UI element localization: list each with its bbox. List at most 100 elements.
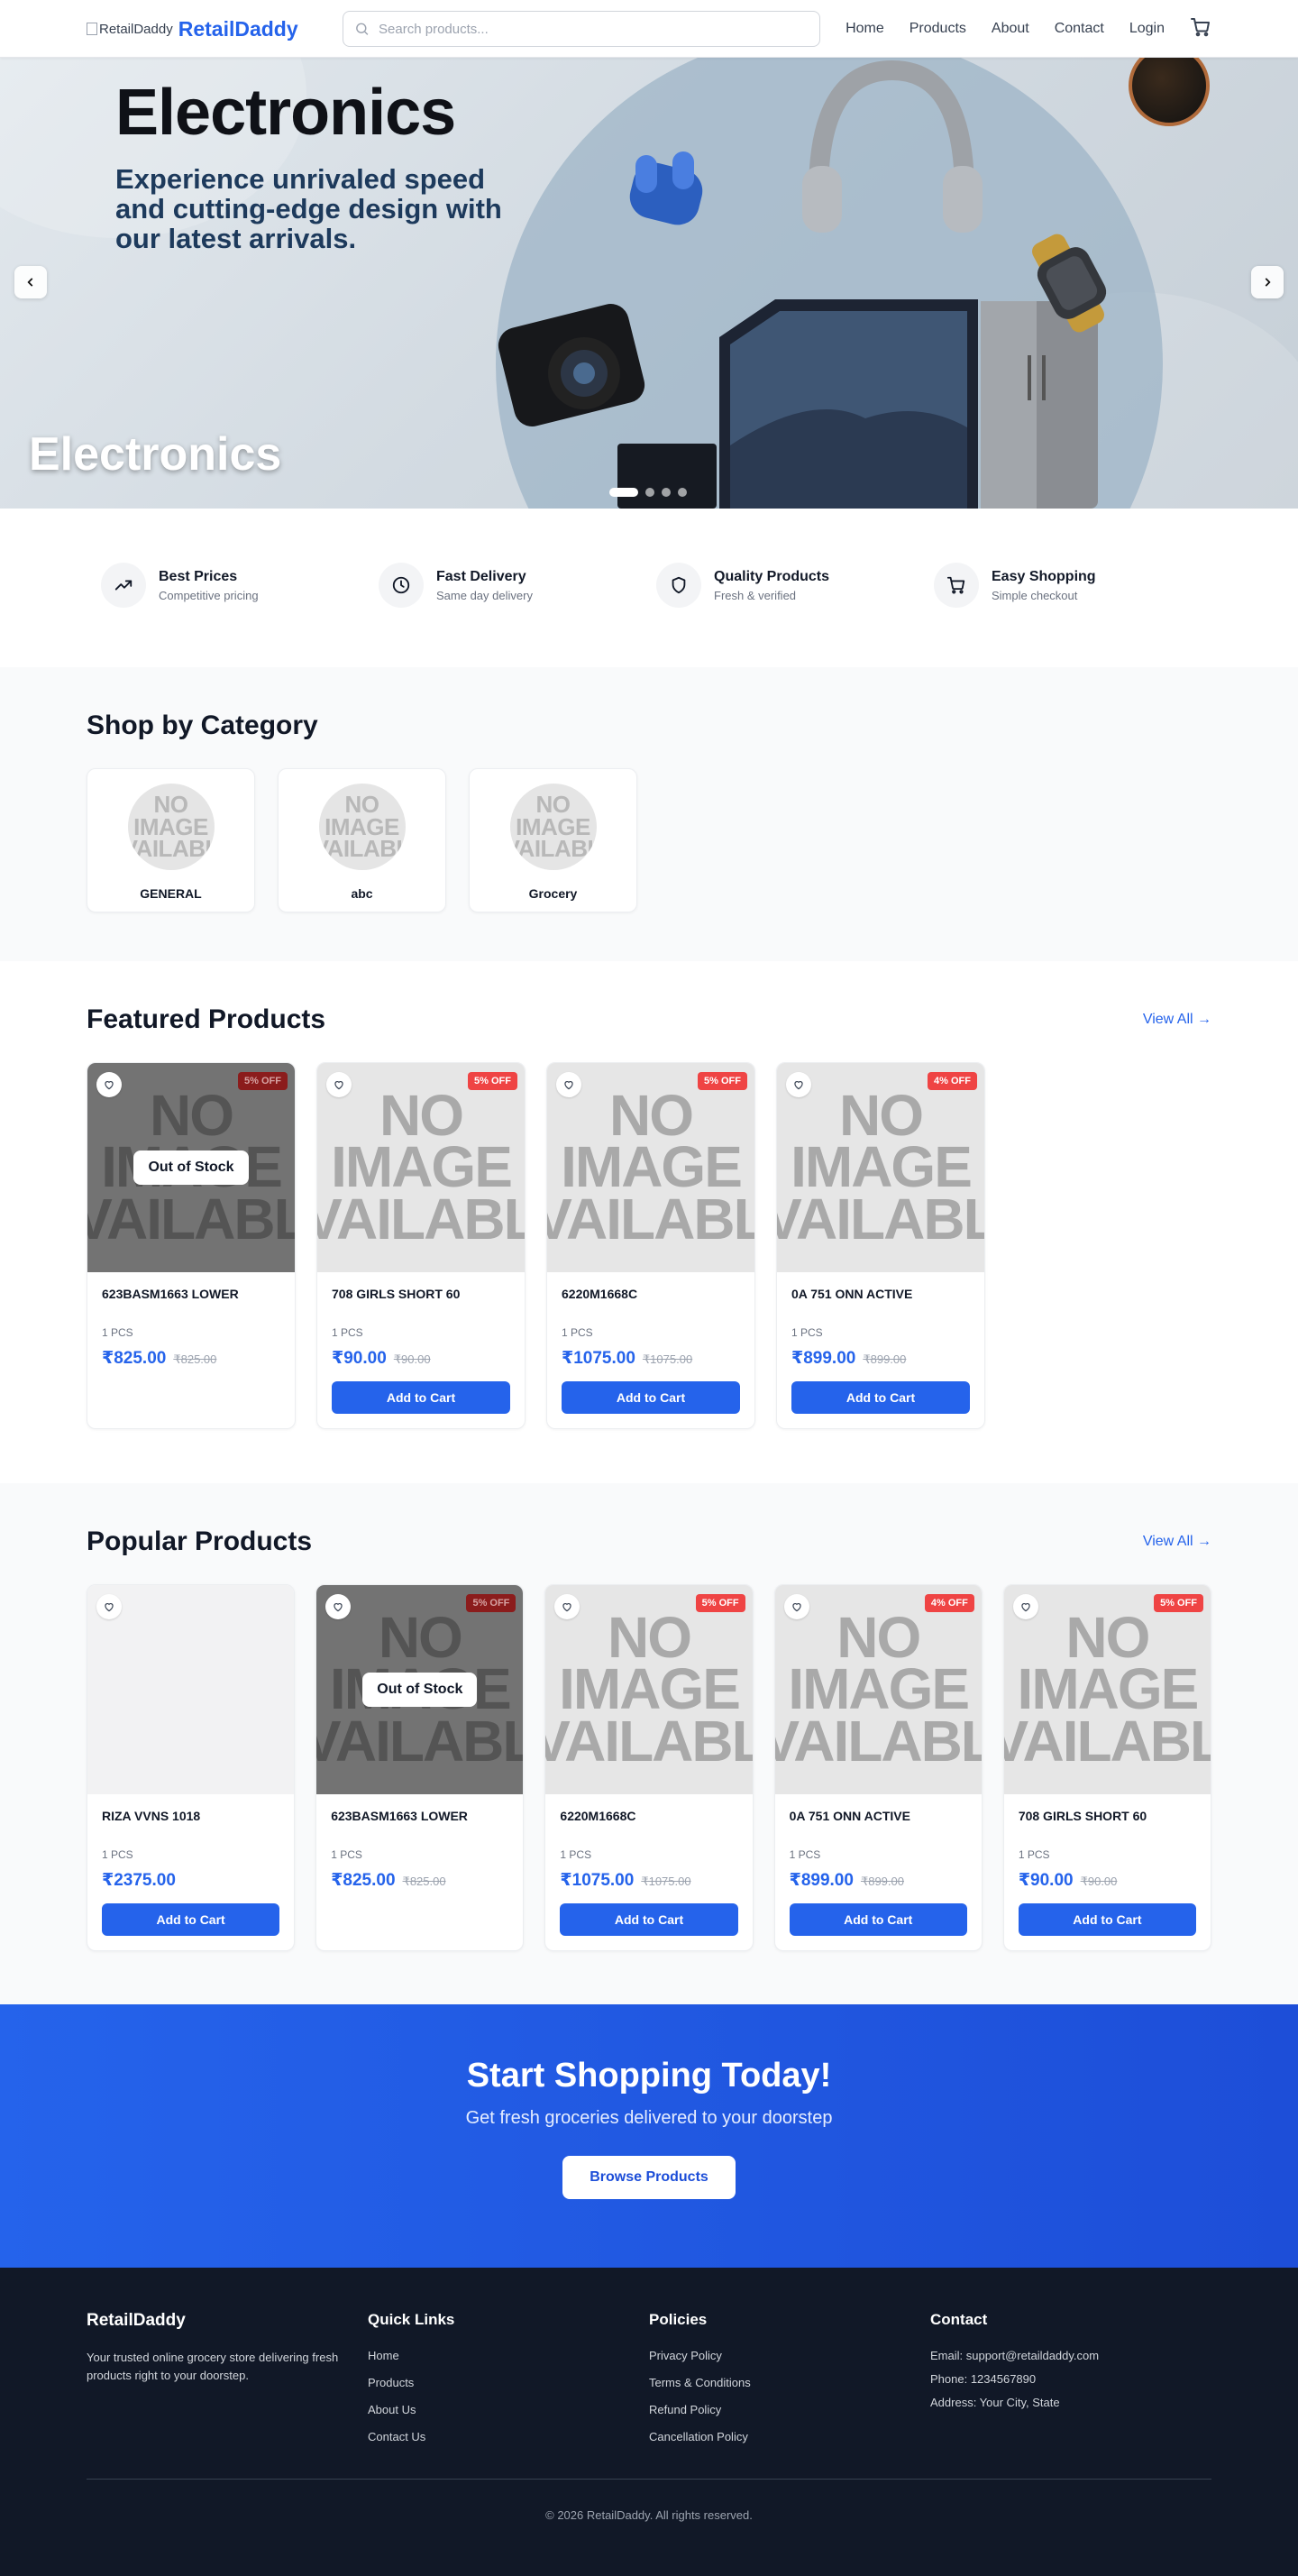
- wishlist-button[interactable]: [1012, 1594, 1038, 1619]
- wishlist-button[interactable]: [96, 1072, 122, 1097]
- product-name[interactable]: 623BASM1663 LOWER: [102, 1287, 280, 1326]
- nav-products[interactable]: Products: [910, 21, 966, 37]
- category-name: GENERAL: [140, 886, 202, 901]
- hero-subtext: Experience unrivaled speed and cutting-e…: [115, 163, 502, 254]
- featured-view-all-link[interactable]: View All →: [1143, 1012, 1211, 1028]
- product-card[interactable]: 5% OFFNOIMAGEAVAILABLE708 GIRLS SHORT 60…: [1002, 1584, 1212, 1951]
- popular-products-section: Popular Products View All → RIZA VVNS 10…: [0, 1483, 1298, 2004]
- out-of-stock-overlay: Out of Stock: [87, 1063, 295, 1272]
- product-price: ₹825.00: [331, 1871, 396, 1890]
- product-image: 5% OFFNOIMAGEAVAILABLE: [317, 1063, 525, 1272]
- carousel-dot[interactable]: [678, 488, 687, 497]
- footer-link-privacy[interactable]: Privacy Policy: [649, 2349, 930, 2362]
- wishlist-button[interactable]: [326, 1072, 352, 1097]
- no-image-placeholder: NOIMAGEAVAILABLE: [319, 793, 406, 860]
- add-to-cart-button[interactable]: Add to Cart: [332, 1381, 510, 1414]
- footer-link-about[interactable]: About Us: [368, 2403, 649, 2416]
- nav-about[interactable]: About: [992, 21, 1029, 37]
- footer-link-contact[interactable]: Contact Us: [368, 2430, 649, 2443]
- feature-subtitle: Same day delivery: [436, 588, 533, 602]
- product-name[interactable]: 6220M1668C: [562, 1287, 740, 1326]
- price-row: ₹2375.00: [102, 1870, 279, 1891]
- discount-badge: 5% OFF: [468, 1072, 517, 1090]
- browse-products-button[interactable]: Browse Products: [562, 2156, 736, 2199]
- wishlist-button[interactable]: [325, 1594, 352, 1619]
- no-image-text: AVAILABLE: [1004, 1708, 1211, 1774]
- out-of-stock-overlay: Out of Stock: [316, 1585, 524, 1794]
- product-mrp: ₹825.00: [402, 1875, 446, 1888]
- chevron-left-icon: [27, 278, 33, 287]
- search-input[interactable]: [379, 21, 809, 37]
- refrigerator-image: [981, 301, 1098, 509]
- add-to-cart-button[interactable]: Add to Cart: [1018, 1903, 1197, 1936]
- featured-products-section: Featured Products View All → 5% OFFNOIMA…: [0, 961, 1298, 1483]
- product-name[interactable]: 708 GIRLS SHORT 60: [1019, 1809, 1196, 1848]
- product-mrp: ₹1075.00: [642, 1352, 693, 1366]
- product-unit: 1 PCS: [562, 1326, 593, 1339]
- feature-quality-products: Quality Products Fresh & verified: [656, 563, 934, 608]
- product-card[interactable]: 5% OFFNOIMAGEAVAILABLE 708 GIRLS SHORT 60…: [316, 1062, 526, 1429]
- product-mrp: ₹90.00: [393, 1352, 431, 1366]
- logo-alt-text: RetailDaddy: [99, 21, 173, 37]
- footer-link-products[interactable]: Products: [368, 2376, 649, 2389]
- add-to-cart-button[interactable]: Add to Cart: [562, 1381, 740, 1414]
- wishlist-button[interactable]: [96, 1594, 122, 1619]
- product-price: ₹90.00: [1018, 1871, 1074, 1890]
- search-bar[interactable]: [343, 11, 820, 47]
- add-to-cart-button[interactable]: Add to Cart: [791, 1381, 970, 1414]
- hero-next-button[interactable]: [1251, 266, 1284, 298]
- no-image-placeholder: NOIMAGEAVAILABLE: [545, 1609, 752, 1774]
- main-nav: Home Products About Contact Login: [846, 16, 1211, 42]
- wishlist-button[interactable]: [783, 1594, 809, 1619]
- price-row: ₹90.00 ₹90.00: [332, 1348, 510, 1369]
- cart-icon[interactable]: [1190, 16, 1211, 42]
- footer-link-terms[interactable]: Terms & Conditions: [649, 2376, 930, 2389]
- product-card[interactable]: 5% OFFNOIMAGEAVAILABLE 6220M1668C1 PCS ₹10…: [546, 1062, 755, 1429]
- price-row: ₹899.00 ₹899.00: [790, 1870, 967, 1891]
- product-name[interactable]: 0A 751 ONN ACTIVE: [791, 1287, 970, 1326]
- add-to-cart-button[interactable]: Add to Cart: [560, 1903, 738, 1936]
- product-name[interactable]: 0A 751 ONN ACTIVE: [790, 1809, 967, 1848]
- category-card[interactable]: NOIMAGEAVAILABLE Grocery: [469, 768, 637, 912]
- site-footer: RetailDaddy Your trusted online grocery …: [0, 2268, 1298, 2576]
- product-name[interactable]: RIZA VVNS 1018: [102, 1809, 279, 1848]
- product-card[interactable]: 5% OFFNOIMAGEAVAILABLEOut of Stock623BAS…: [315, 1584, 525, 1951]
- nav-contact[interactable]: Contact: [1055, 21, 1104, 37]
- product-name[interactable]: 6220M1668C: [560, 1809, 737, 1848]
- wishlist-button[interactable]: [556, 1072, 581, 1097]
- footer-link-cancellation[interactable]: Cancellation Policy: [649, 2430, 930, 2443]
- product-name[interactable]: 623BASM1663 LOWER: [331, 1809, 508, 1848]
- category-card[interactable]: NOIMAGEAVAILABLE GENERAL: [87, 768, 255, 912]
- nav-login[interactable]: Login: [1129, 21, 1165, 37]
- carousel-dot[interactable]: [609, 488, 638, 497]
- wishlist-button[interactable]: [786, 1072, 811, 1097]
- product-card[interactable]: 5% OFFNOIMAGEAVAILABLE 6220M1668C1 PCS ₹10…: [544, 1584, 754, 1951]
- footer-phone: Phone: 1234567890: [930, 2372, 1037, 2386]
- logo[interactable]: RetailDaddy RetailDaddy: [87, 17, 343, 41]
- carousel-dot[interactable]: [662, 488, 671, 497]
- category-card[interactable]: NOIMAGEAVAILABLE abc: [278, 768, 446, 912]
- hero-prev-button[interactable]: [14, 266, 47, 298]
- out-of-stock-label: Out of Stock: [133, 1150, 249, 1185]
- brand-name[interactable]: RetailDaddy: [178, 17, 298, 41]
- nav-home[interactable]: Home: [846, 21, 884, 37]
- product-price: ₹899.00: [789, 1871, 854, 1890]
- discount-badge: 5% OFF: [1154, 1594, 1204, 1612]
- footer-link-refund[interactable]: Refund Policy: [649, 2403, 930, 2416]
- product-card[interactable]: 4% OFFNOIMAGEAVAILABLE0A 751 ONN ACTIVE1…: [773, 1584, 983, 1951]
- product-card[interactable]: 5% OFFNOIMAGEAVAILABLEOut of Stock623BAS…: [87, 1062, 296, 1429]
- add-to-cart-button[interactable]: Add to Cart: [102, 1903, 280, 1936]
- product-name[interactable]: 708 GIRLS SHORT 60: [332, 1287, 510, 1326]
- product-image: 4% OFFNOIMAGEAVAILABLE: [774, 1585, 982, 1794]
- add-to-cart-button[interactable]: Add to Cart: [789, 1903, 967, 1936]
- no-image-text: AVAILABLE: [545, 1708, 752, 1774]
- product-card[interactable]: 4% OFFNOIMAGEAVAILABLE0A 751 ONN ACTIVE1…: [776, 1062, 985, 1429]
- category-list: NOIMAGEAVAILABLE GENERAL NOIMAGEAVAILABLE a…: [87, 768, 1211, 912]
- footer-link-home[interactable]: Home: [368, 2349, 649, 2362]
- feature-subtitle: Fresh & verified: [714, 588, 797, 602]
- no-image-placeholder: NOIMAGEAVAILABLE: [128, 793, 215, 860]
- popular-view-all-link[interactable]: View All →: [1143, 1534, 1211, 1550]
- footer-contact: Contact Email: support@retaildaddy.com P…: [930, 2311, 1211, 2457]
- product-card[interactable]: RIZA VVNS 1018 1 PCS ₹2375.00 Add to Cart: [87, 1584, 296, 1951]
- carousel-dot[interactable]: [645, 488, 654, 497]
